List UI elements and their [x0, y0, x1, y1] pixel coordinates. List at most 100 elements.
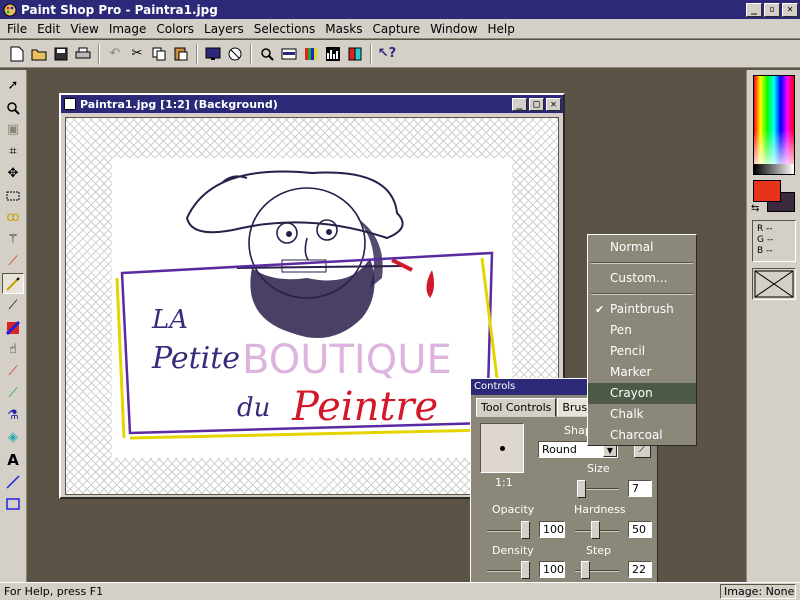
- zoom-icon[interactable]: [256, 43, 278, 65]
- print-icon[interactable]: [72, 43, 94, 65]
- opacity-value[interactable]: 100: [539, 521, 565, 538]
- paste-icon[interactable]: [170, 43, 192, 65]
- copy-icon[interactable]: [148, 43, 170, 65]
- artwork-text-peintre: Peintre: [291, 384, 438, 430]
- brush-type-chalk[interactable]: Chalk: [588, 404, 696, 425]
- brush-type-marker[interactable]: Marker: [588, 362, 696, 383]
- brush-type-menu: Normal Custom... ✔ Paintbrush Pen Pencil …: [587, 234, 697, 446]
- opacity-label: Opacity: [492, 503, 535, 516]
- arrow-tool-icon[interactable]: ➚: [2, 75, 24, 96]
- red-readout: R --: [757, 224, 773, 234]
- status-image-info: Image: None: [720, 584, 796, 599]
- brush-type-pen[interactable]: Pen: [588, 320, 696, 341]
- menu-image[interactable]: Image: [104, 22, 152, 36]
- magic-wand-tool-icon[interactable]: ⚚: [2, 229, 24, 250]
- menu-colors[interactable]: Colors: [151, 22, 199, 36]
- minimize-button[interactable]: _: [746, 2, 762, 17]
- menu-selections[interactable]: Selections: [249, 22, 321, 36]
- menu-window[interactable]: Window: [425, 22, 482, 36]
- clone-brush-tool-icon[interactable]: ⟋: [2, 295, 24, 316]
- size-slider-thumb[interactable]: [577, 480, 586, 498]
- hardness-value[interactable]: 50: [628, 521, 652, 538]
- opacity-slider-thumb[interactable]: [521, 521, 530, 539]
- menu-masks[interactable]: Masks: [320, 22, 367, 36]
- text-tool-icon[interactable]: A: [2, 449, 24, 470]
- cut-icon[interactable]: ✂: [126, 43, 148, 65]
- image-close-button[interactable]: ✕: [546, 97, 561, 111]
- normal-viewing-icon[interactable]: [224, 43, 246, 65]
- hardness-label: Hardness: [574, 503, 626, 516]
- selection-tool-icon[interactable]: [2, 185, 24, 206]
- brush-preview: [480, 423, 524, 473]
- toolbar-separator: [250, 43, 252, 64]
- airbrush-tool-icon[interactable]: ⚗: [2, 405, 24, 426]
- shapes-tool-icon[interactable]: [2, 493, 24, 514]
- brush-type-label: Custom...: [610, 271, 668, 285]
- paintbrush-tool-icon[interactable]: [2, 273, 24, 294]
- brush-type-charcoal[interactable]: Charcoal: [588, 425, 696, 446]
- retouch-tool-icon[interactable]: ☝: [2, 339, 24, 360]
- artwork-text-petite: Petite: [151, 341, 240, 376]
- menu-capture[interactable]: Capture: [367, 22, 425, 36]
- artwork-image[interactable]: LA Petite BOUTIQUE du Peintre: [112, 158, 512, 458]
- mover-tool-icon[interactable]: ✥: [2, 163, 24, 184]
- full-screen-icon[interactable]: [202, 43, 224, 65]
- line-tool-icon[interactable]: [2, 471, 24, 492]
- status-bar: For Help, press F1 Image: None: [0, 582, 800, 600]
- undo-icon[interactable]: ↶: [104, 43, 126, 65]
- brush-type-label: Marker: [610, 365, 652, 379]
- eraser-tool-icon[interactable]: ⟋: [2, 361, 24, 382]
- freehand-tool-icon[interactable]: ꝏ: [2, 207, 24, 228]
- color-palette-icon[interactable]: [344, 43, 366, 65]
- step-slider-thumb[interactable]: [581, 561, 590, 579]
- deformation-tool-icon[interactable]: ▣: [2, 119, 24, 140]
- zoom-tool-icon[interactable]: [2, 97, 24, 118]
- brush-type-label: Charcoal: [610, 428, 663, 442]
- menu-file[interactable]: File: [2, 22, 32, 36]
- checkmark-icon: ✔: [595, 303, 605, 316]
- brush-type-paintbrush[interactable]: ✔ Paintbrush: [588, 299, 696, 320]
- color-spectrum[interactable]: [753, 75, 795, 175]
- brush-type-custom[interactable]: Custom...: [588, 268, 696, 289]
- brush-type-label: Pen: [610, 323, 632, 337]
- menu-bar: File Edit View Image Colors Layers Selec…: [0, 19, 800, 39]
- density-value[interactable]: 100: [539, 561, 565, 578]
- color-replacer-tool-icon[interactable]: [2, 317, 24, 338]
- dropper-tool-icon[interactable]: ⟋: [2, 251, 24, 272]
- close-button[interactable]: ✕: [782, 2, 798, 17]
- open-icon[interactable]: [28, 43, 50, 65]
- menu-layers[interactable]: Layers: [199, 22, 249, 36]
- menu-edit[interactable]: Edit: [32, 22, 65, 36]
- density-slider-thumb[interactable]: [521, 561, 530, 579]
- toolbar: ↶ ✂ ↖?: [0, 40, 800, 68]
- brush-type-normal[interactable]: Normal: [588, 237, 696, 258]
- image-maximize-button[interactable]: □: [529, 97, 544, 111]
- brush-type-pencil[interactable]: Pencil: [588, 341, 696, 362]
- no-color-icon[interactable]: [752, 268, 796, 300]
- green-readout: G --: [757, 235, 774, 245]
- save-icon[interactable]: [50, 43, 72, 65]
- help-pointer-icon[interactable]: ↖?: [376, 43, 398, 65]
- brush-type-label: Chalk: [610, 407, 644, 421]
- tab-tool-controls[interactable]: Tool Controls: [476, 398, 557, 417]
- menu-view[interactable]: View: [65, 22, 103, 36]
- toggle-palette-icon[interactable]: [300, 43, 322, 65]
- menu-separator: [591, 293, 693, 295]
- foreground-color-swatch[interactable]: [753, 180, 781, 202]
- menu-help[interactable]: Help: [483, 22, 520, 36]
- histogram-icon[interactable]: [322, 43, 344, 65]
- brush-type-crayon[interactable]: Crayon: [588, 383, 696, 404]
- toggle-toolbar-icon[interactable]: [278, 43, 300, 65]
- new-icon[interactable]: [6, 43, 28, 65]
- restore-button[interactable]: ▫: [764, 2, 780, 17]
- swap-colors-icon[interactable]: ⇆: [751, 203, 759, 214]
- image-minimize-button[interactable]: _: [512, 97, 527, 111]
- crop-tool-icon[interactable]: ⌗: [2, 141, 24, 162]
- flood-fill-tool-icon[interactable]: ◈: [2, 427, 24, 448]
- size-value[interactable]: 7: [628, 480, 652, 497]
- image-window-titlebar[interactable]: Paintra1.jpg [1:2] (Background) _ □ ✕: [61, 95, 563, 113]
- toolbar-separator: [196, 43, 198, 64]
- picture-tube-tool-icon[interactable]: ⟋: [2, 383, 24, 404]
- hardness-slider-thumb[interactable]: [591, 521, 600, 539]
- step-value[interactable]: 22: [628, 561, 652, 578]
